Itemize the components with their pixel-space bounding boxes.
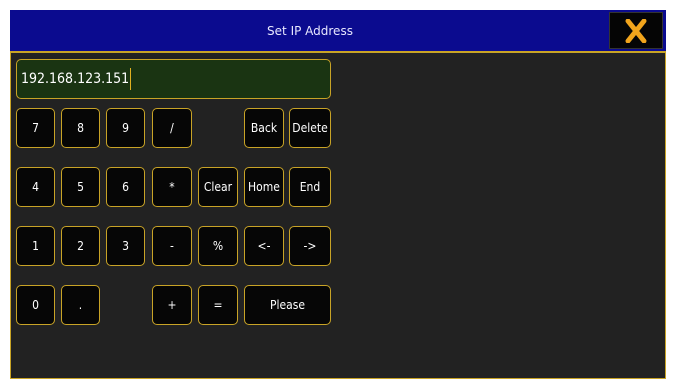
key-equals[interactable]: =	[198, 285, 238, 325]
key-0[interactable]: 0	[16, 285, 55, 325]
title-bar: Set IP Address	[10, 10, 666, 52]
key-5[interactable]: 5	[61, 167, 100, 207]
key-minus[interactable]: -	[152, 226, 192, 266]
key-cursor-right[interactable]: ->	[289, 226, 331, 266]
close-x-icon	[625, 18, 647, 43]
key-8[interactable]: 8	[61, 108, 100, 148]
ip-address-value: 192.168.123.151	[21, 71, 130, 87]
key-3[interactable]: 3	[106, 226, 145, 266]
ip-address-input[interactable]: 192.168.123.151	[16, 59, 331, 99]
key-6[interactable]: 6	[106, 167, 145, 207]
key-delete[interactable]: Delete	[289, 108, 331, 148]
key-home[interactable]: Home	[244, 167, 284, 207]
key-slash[interactable]: /	[152, 108, 192, 148]
key-1[interactable]: 1	[16, 226, 55, 266]
text-cursor	[130, 68, 132, 90]
key-percent[interactable]: %	[198, 226, 238, 266]
close-button[interactable]	[609, 12, 663, 49]
key-multiply[interactable]: *	[152, 167, 192, 207]
key-7[interactable]: 7	[16, 108, 55, 148]
set-ip-dialog: Set IP Address 192.168.123.151 7 8 9 / B…	[10, 10, 666, 379]
key-2[interactable]: 2	[61, 226, 100, 266]
key-cursor-left[interactable]: <-	[244, 226, 284, 266]
key-end[interactable]: End	[289, 167, 331, 207]
key-back[interactable]: Back	[244, 108, 284, 148]
key-clear[interactable]: Clear	[198, 167, 238, 207]
key-4[interactable]: 4	[16, 167, 55, 207]
key-plus[interactable]: +	[152, 285, 192, 325]
keypad-panel: 192.168.123.151 7 8 9 / Back Delete 4 5 …	[10, 52, 666, 379]
key-please[interactable]: Please	[244, 285, 331, 325]
dialog-title: Set IP Address	[267, 24, 353, 38]
key-dot[interactable]: .	[61, 285, 100, 325]
key-9[interactable]: 9	[106, 108, 145, 148]
